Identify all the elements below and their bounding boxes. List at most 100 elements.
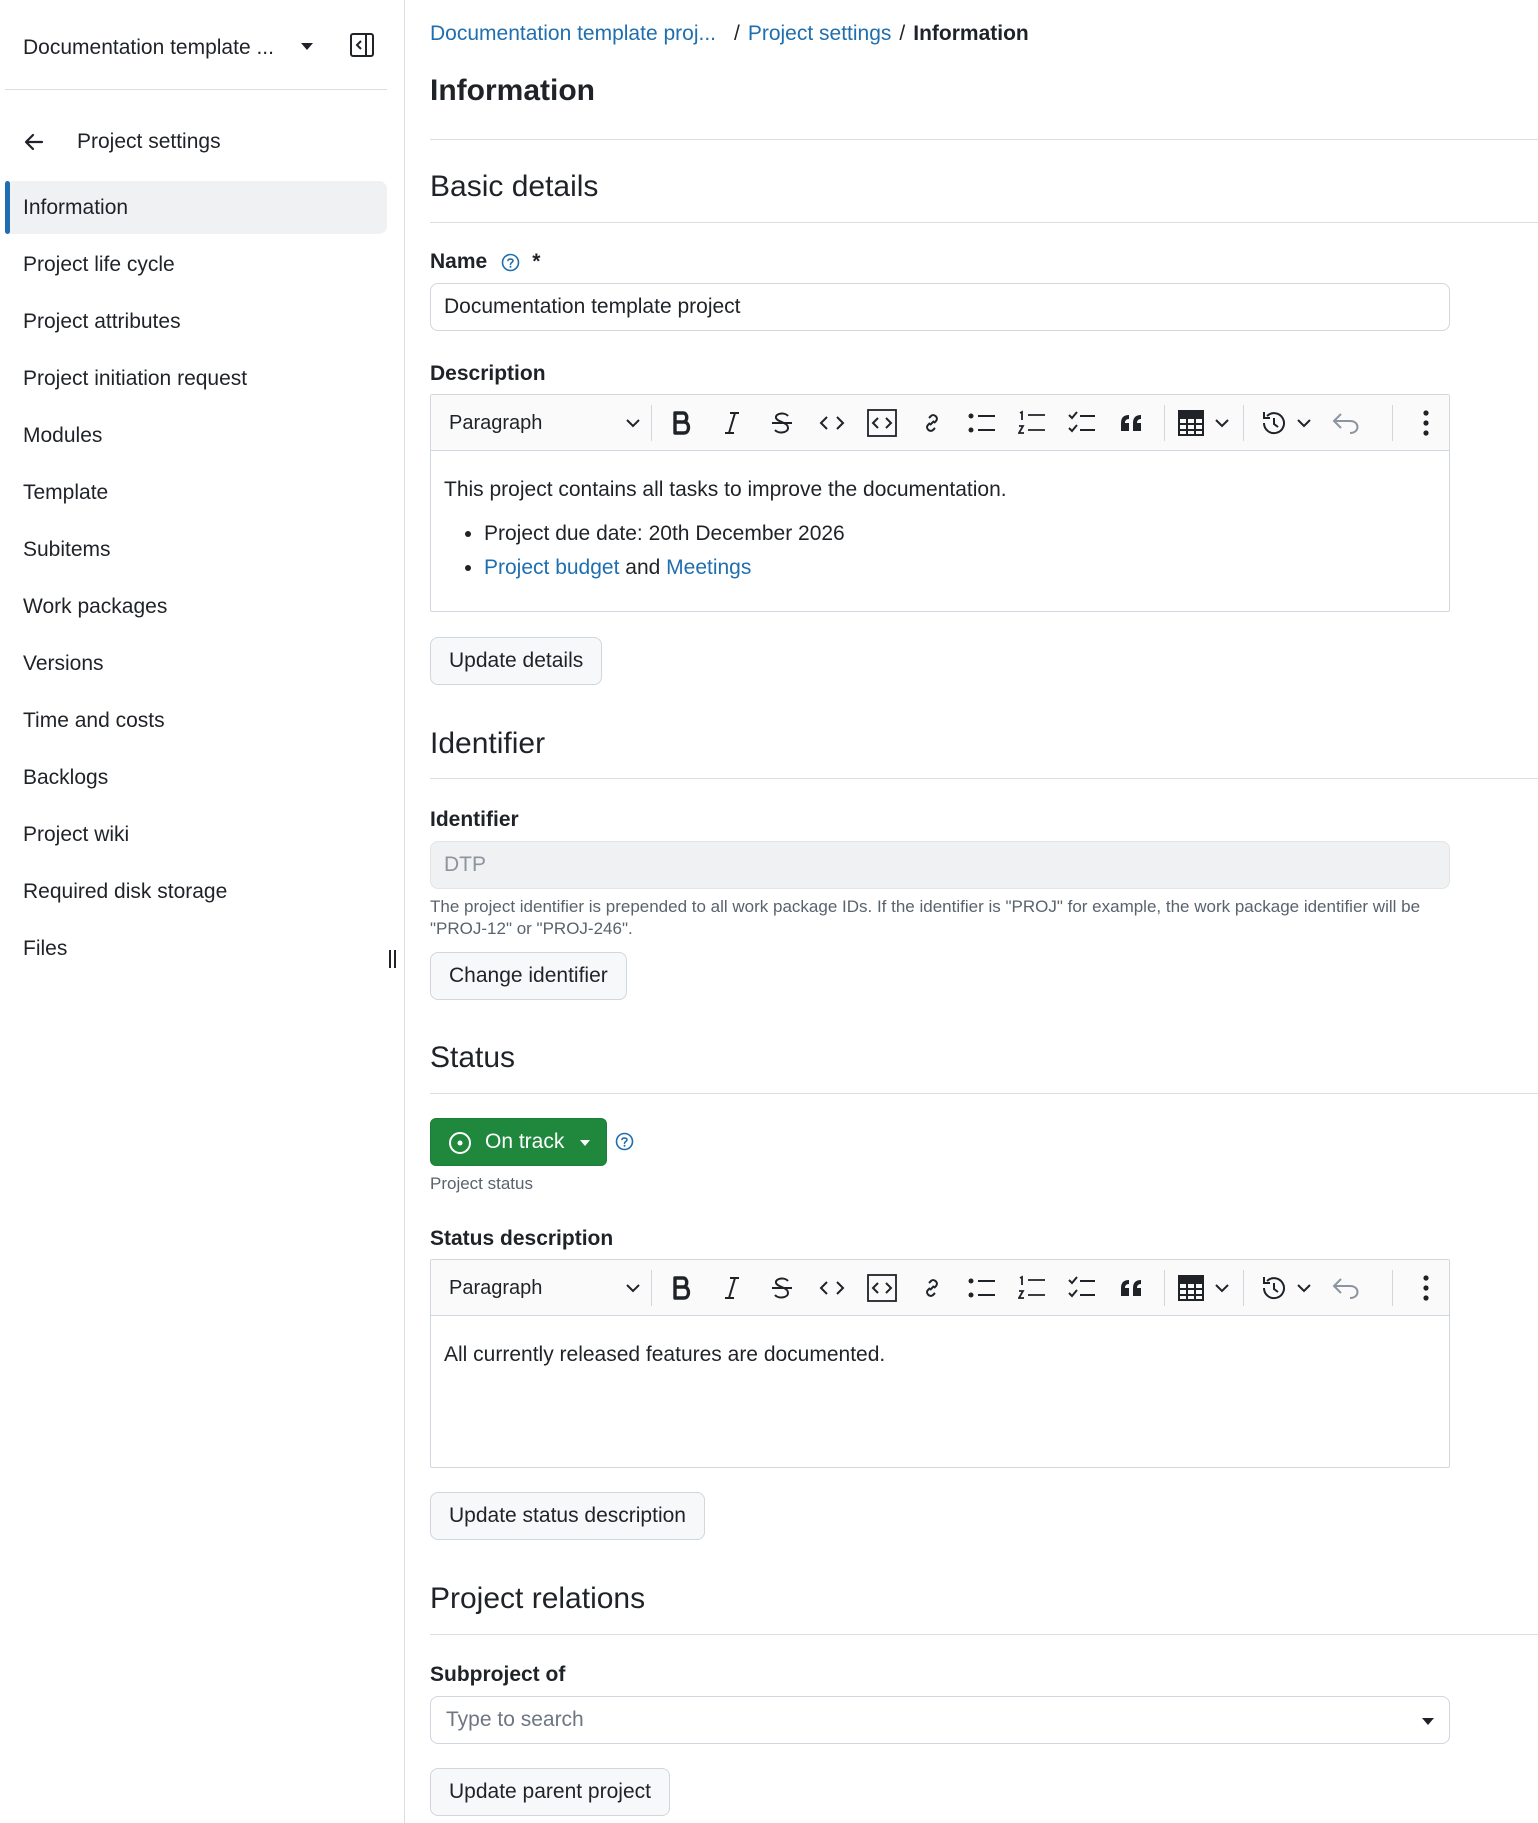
undo-icon[interactable]: [1331, 1274, 1361, 1302]
link-icon[interactable]: [917, 1274, 947, 1302]
section-title-basic-details: Basic details: [430, 170, 599, 203]
settings-menu: Information Project life cycle Project a…: [5, 181, 387, 979]
description-list: Project due date: 20th December 2026 Pro…: [444, 517, 1436, 585]
sidebar-item-project-attributes[interactable]: Project attributes: [5, 295, 387, 348]
breadcrumb: Documentation template proj... / Project…: [430, 22, 1029, 46]
sidebar-item-time-and-costs[interactable]: Time and costs: [5, 694, 387, 747]
sidebar-item-work-packages[interactable]: Work packages: [5, 580, 387, 633]
table-icon[interactable]: [1177, 1274, 1233, 1302]
parent-project-search-input[interactable]: Type to search: [430, 1696, 1450, 1744]
project-selector-label: Documentation template ...: [23, 36, 274, 59]
breadcrumb-project-settings[interactable]: Project settings: [748, 22, 892, 46]
history-icon[interactable]: [1259, 1274, 1315, 1302]
sidebar-item-project-life-cycle[interactable]: Project life cycle: [5, 238, 387, 291]
bulleted-list-icon[interactable]: [967, 409, 997, 437]
caret-down-icon[interactable]: [1421, 1717, 1435, 1727]
help-icon[interactable]: [615, 1132, 634, 1151]
more-icon[interactable]: [1416, 1274, 1436, 1302]
sidebar-item-project-initiation-request[interactable]: Project initiation request: [5, 352, 387, 405]
sidebar-item-information[interactable]: Information: [5, 181, 387, 234]
sidebar-item-versions[interactable]: Versions: [5, 637, 387, 690]
project-status-caption: Project status: [430, 1174, 533, 1193]
status-description-editor-content[interactable]: All currently released features are docu…: [431, 1316, 1449, 1394]
meetings-link[interactable]: Meetings: [666, 556, 751, 579]
editor-toolbar: Paragraph: [431, 1260, 1449, 1316]
status-description-label: Status description: [430, 1227, 614, 1250]
more-icon[interactable]: [1416, 409, 1436, 437]
back-to-project-settings[interactable]: Project settings: [23, 124, 221, 160]
description-paragraph: This project contains all tasks to impro…: [444, 478, 1007, 501]
table-icon[interactable]: [1177, 409, 1233, 437]
breadcrumb-project[interactable]: Documentation template proj...: [430, 22, 716, 46]
sidebar-item-subitems[interactable]: Subitems: [5, 523, 387, 576]
sidebar-item-required-disk-storage[interactable]: Required disk storage: [5, 865, 387, 918]
chevron-down-icon: [625, 417, 641, 429]
blockquote-icon[interactable]: [1117, 409, 1147, 437]
sidebar-item-files[interactable]: Files: [5, 922, 387, 975]
todo-list-icon[interactable]: [1067, 1274, 1097, 1302]
breadcrumb-separator: /: [899, 22, 906, 45]
link-icon[interactable]: [917, 409, 947, 437]
chevron-down-icon: [625, 1282, 641, 1294]
update-parent-project-button[interactable]: Update parent project: [430, 1768, 670, 1816]
project-selector[interactable]: Documentation template ...: [23, 28, 363, 68]
name-label: Name *: [430, 250, 540, 274]
code-block-icon[interactable]: [867, 1274, 897, 1302]
name-input-value: Documentation template project: [444, 295, 741, 318]
subproject-of-label: Subproject of: [430, 1663, 566, 1686]
change-identifier-button[interactable]: Change identifier: [430, 952, 627, 1000]
update-status-description-button[interactable]: Update status description: [430, 1492, 705, 1540]
sidebar-item-project-wiki[interactable]: Project wiki: [5, 808, 387, 861]
italic-icon[interactable]: [717, 409, 747, 437]
page-title: Information: [430, 74, 595, 107]
editor-toolbar: Paragraph: [431, 395, 1449, 451]
code-icon[interactable]: [817, 409, 847, 437]
code-icon[interactable]: [817, 1274, 847, 1302]
description-label: Description: [430, 362, 546, 385]
collapse-sidebar-icon[interactable]: [349, 32, 375, 58]
identifier-hint: The project identifier is prepended to a…: [430, 897, 1421, 938]
sidebar-item-modules[interactable]: Modules: [5, 409, 387, 462]
status-description-editor: Paragraph All currently released feature…: [430, 1259, 1450, 1468]
status-description-paragraph: All currently released features are docu…: [444, 1343, 886, 1366]
description-editor: Paragraph This project contains all task…: [430, 394, 1450, 612]
back-label: Project settings: [77, 130, 221, 153]
arrow-left-icon: [23, 131, 45, 153]
paragraph-format-select[interactable]: Paragraph: [449, 395, 641, 451]
divider: [430, 222, 1538, 223]
strikethrough-icon[interactable]: [767, 1274, 797, 1302]
status-circle-icon: [448, 1131, 472, 1155]
code-block-icon[interactable]: [867, 409, 897, 437]
identifier-label: Identifier: [430, 808, 519, 831]
todo-list-icon[interactable]: [1067, 409, 1097, 437]
description-editor-content[interactable]: This project contains all tasks to impro…: [431, 451, 1449, 607]
numbered-list-icon[interactable]: [1017, 1274, 1047, 1302]
section-title-identifier: Identifier: [430, 727, 546, 760]
blockquote-icon[interactable]: [1117, 1274, 1147, 1302]
help-icon[interactable]: [501, 253, 520, 272]
name-label-text: Name: [430, 250, 488, 273]
sidebar-item-template[interactable]: Template: [5, 466, 387, 519]
update-details-button[interactable]: Update details: [430, 637, 603, 685]
history-icon[interactable]: [1259, 409, 1315, 437]
bold-icon[interactable]: [667, 409, 697, 437]
sidebar-resize-handle[interactable]: [389, 950, 397, 968]
bold-icon[interactable]: [667, 1274, 697, 1302]
numbered-list-icon[interactable]: [1017, 409, 1047, 437]
undo-icon[interactable]: [1331, 409, 1361, 437]
main-content: Documentation template proj... / Project…: [430, 0, 1538, 1823]
strikethrough-icon[interactable]: [767, 409, 797, 437]
paragraph-format-select[interactable]: Paragraph: [449, 1260, 641, 1316]
italic-icon[interactable]: [717, 1274, 747, 1302]
caret-down-icon: [300, 42, 314, 52]
project-budget-link[interactable]: Project budget: [484, 556, 619, 579]
bulleted-list-icon[interactable]: [967, 1274, 997, 1302]
project-status-label: On track: [485, 1130, 565, 1153]
divider: [430, 1093, 1538, 1094]
sidebar: Documentation template ... Project setti…: [0, 0, 405, 1823]
section-title-project-relations: Project relations: [430, 1582, 646, 1615]
project-status-button[interactable]: On track: [430, 1118, 607, 1166]
sidebar-item-backlogs[interactable]: Backlogs: [5, 751, 387, 804]
name-input[interactable]: Documentation template project: [430, 283, 1450, 331]
paragraph-format-label: Paragraph: [449, 411, 543, 434]
